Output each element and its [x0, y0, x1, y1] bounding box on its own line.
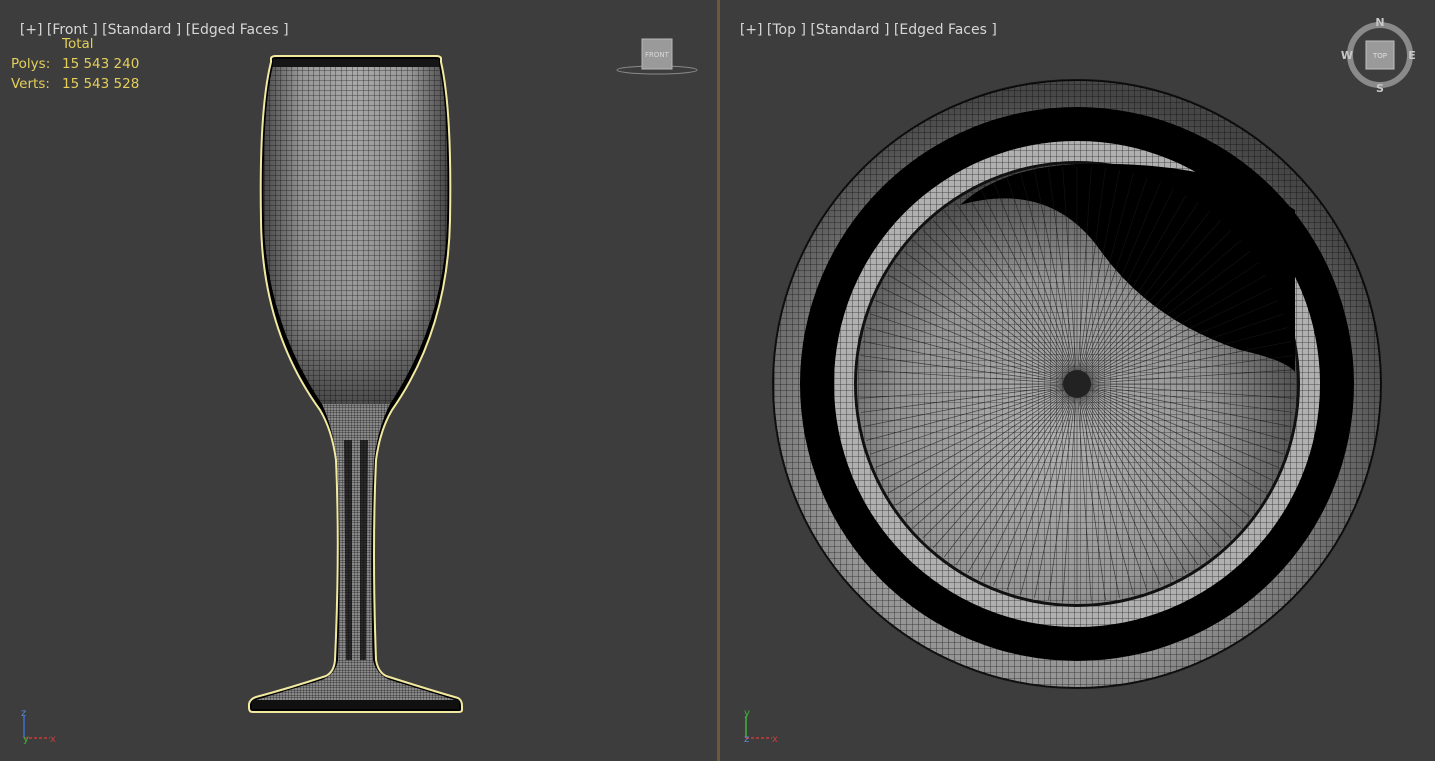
- compass-n-label: N: [1375, 16, 1384, 29]
- axis-z-label: z: [744, 734, 749, 745]
- axis-tripod: y z x: [744, 708, 778, 745]
- axis-x-label: x: [50, 734, 56, 745]
- viewcube[interactable]: FRONT: [616, 38, 698, 75]
- axis-x-label: x: [772, 734, 778, 745]
- viewcube-compass[interactable]: TOP N S E W: [1341, 16, 1416, 95]
- front-scene: FRONT z y x: [21, 38, 698, 745]
- axis-y-label: y: [744, 708, 750, 719]
- axis-y-label: y: [23, 734, 29, 745]
- axis-z-label: z: [21, 708, 26, 719]
- compass-w-label: W: [1341, 49, 1353, 62]
- top-viewport[interactable]: [+] [Top ] [Standard ] [Edged Faces ] TO…: [720, 0, 1435, 761]
- compass-e-label: E: [1408, 49, 1416, 62]
- champagne-glass-model[interactable]: [248, 55, 463, 713]
- front-viewport[interactable]: [+] [Front ] [Standard ] [Edged Faces ] …: [0, 0, 717, 761]
- viewcube-face-label: FRONT: [645, 51, 670, 59]
- axis-tripod: z y x: [21, 708, 56, 745]
- viewcube-face-label: TOP: [1372, 52, 1387, 60]
- compass-s-label: S: [1376, 82, 1384, 95]
- top-scene: TOP N S E W y z x: [744, 16, 1416, 745]
- champagne-glass-top-model[interactable]: [772, 79, 1382, 689]
